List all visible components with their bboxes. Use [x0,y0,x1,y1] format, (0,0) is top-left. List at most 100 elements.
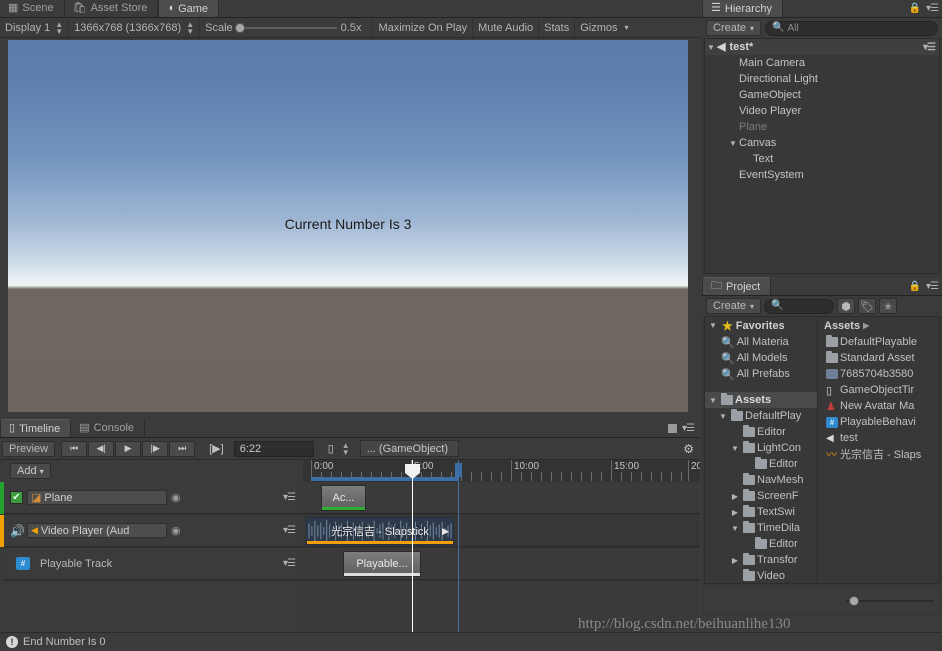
lock-icon[interactable] [668,424,678,433]
chevron-down-icon[interactable]: ▼ [705,43,717,52]
favorites-filter-icon[interactable]: ★ [879,298,898,314]
folder-row[interactable]: ▶ Transfor [705,552,817,568]
maximize-on-play-button[interactable]: Maximize On Play [372,18,474,37]
folder-row[interactable]: ▶ Editor [705,456,817,472]
tab-scene[interactable]: ▦ Scene [0,0,65,17]
tab-hierarchy[interactable]: ☰ Hierarchy [702,0,783,17]
first-frame-button[interactable]: ⏮ [61,440,88,457]
hierarchy-item[interactable]: ▼ Canvas [705,135,939,151]
folder-row[interactable]: ▶ ScreenF [705,488,817,504]
scale-slider-knob[interactable] [234,22,245,33]
play-button[interactable]: ▶ [115,440,142,457]
chevron-down-icon[interactable]: ▼ [717,412,729,421]
track-object-field[interactable]: ◀ Video Player (Aud [27,523,167,538]
track-record-icon[interactable]: ◉ [171,491,181,504]
hierarchy-tree[interactable]: ▼ ◀ test* ▾☰ Main Camera Directional Lig… [704,38,940,274]
hierarchy-item[interactable]: Plane [705,119,939,135]
folder-row[interactable]: ▶ Editor [705,424,817,440]
filter-by-type-icon[interactable]: ⬢ [837,298,856,314]
track-header-playable[interactable]: # Playable Track ▾☰ [0,547,303,580]
track-header-plane[interactable]: ✔ ◪ Plane ◉ ▾☰ [0,482,303,514]
tab-project[interactable]: 🗀 Project [702,277,772,295]
timeline-clip-playable[interactable]: Playable... [343,551,421,577]
project-create-button[interactable]: Create ▾ [706,298,762,314]
current-time-field[interactable]: 6:22 [233,440,314,457]
add-track-button[interactable]: Add ▾ [10,463,51,479]
tab-timeline[interactable]: ▯ Timeline [0,419,72,437]
track-object-field[interactable]: ◪ Plane [27,490,167,505]
chevron-down-icon[interactable]: ▼ [729,524,741,533]
folder-row[interactable]: ▼ DefaultPlay [705,408,817,424]
chevron-down-icon[interactable]: ▼ [707,396,719,405]
scale-slider-group[interactable]: Scale 0.5x [200,19,366,37]
timeline-clip-activation[interactable]: Ac... [321,485,366,511]
folder-row[interactable]: ▶ NavMesh [705,472,817,488]
hierarchy-item[interactable]: EventSystem [705,167,939,183]
chevron-down-icon[interactable]: ▼ [727,139,739,148]
folder-row[interactable]: ▼ LightCon [705,440,817,456]
track-lane-playable[interactable]: Playable... [303,548,700,580]
asset-row[interactable]: ◀ test [818,430,939,446]
folder-row-assets[interactable]: ▼ Assets [705,392,817,408]
asset-row[interactable]: 〰 光宗信吉 - Slaps [818,446,939,462]
hierarchy-item[interactable]: Main Camera [705,55,939,71]
last-frame-button[interactable]: ⏭ [169,440,196,457]
scene-menu-icon[interactable]: ▾☰ [923,42,936,53]
asset-row[interactable]: Standard Asset [818,350,939,366]
hierarchy-item[interactable]: Text [705,151,939,167]
play-range-button[interactable]: [▶] [203,441,230,457]
track-header-audio[interactable]: 🔊 ◀ Video Player (Aud ◉ ▾☰ [0,514,303,547]
mute-audio-button[interactable]: Mute Audio [473,18,540,37]
next-frame-button[interactable]: |▶ [142,440,169,457]
tab-console[interactable]: ▤ Console [71,419,145,437]
favorite-item[interactable]: 🔍 All Materia [705,334,817,350]
project-asset-list[interactable]: Assets ▶ DefaultPlayable Standard Asset … [817,317,939,583]
prev-frame-button[interactable]: ◀| [88,440,115,457]
asset-row[interactable]: ▯ GameObjectTir [818,382,939,398]
hierarchy-item[interactable]: Video Player [705,103,939,119]
timeline-playhead[interactable] [405,460,420,632]
project-folder-tree[interactable]: ▼ ★ Favorites 🔍 All Materia 🔍 All Models… [705,317,817,583]
timeline-end-marker[interactable] [455,460,462,632]
preview-button[interactable]: Preview [2,440,56,457]
icon-size-slider[interactable] [846,596,934,606]
folder-row[interactable]: ▶ TextSwi [705,504,817,520]
track-lane-audio[interactable]: 光宗信吉 - Slapstick ▶ [303,515,700,547]
folder-row[interactable]: ▶ Video [705,568,817,583]
lock-icon[interactable]: 🔒 [909,3,921,14]
folder-row[interactable]: ▶ Editor [705,536,817,552]
track-mute-checkbox[interactable]: ✔ [10,491,23,504]
chevron-right-icon[interactable]: ▶ [729,556,741,565]
timeline-clip-audio[interactable]: 光宗信吉 - Slapstick ▶ [306,517,454,545]
status-bar[interactable]: ! End Number Is 0 [0,632,942,651]
icon-size-slider-knob[interactable] [849,596,859,606]
tab-asset-store[interactable]: 🛍 Asset Store [64,0,159,17]
asset-row[interactable]: ♟ New Avatar Ma [818,398,939,414]
chevron-right-icon[interactable]: ▶ [729,508,741,517]
panel-menu-icon[interactable]: ▾☰ [682,423,695,434]
asset-row[interactable]: 7685704b3580 [818,366,939,382]
assets-breadcrumb[interactable]: Assets ▶ [818,317,939,334]
track-menu-icon[interactable]: ▾☰ [283,492,296,503]
hierarchy-search-input[interactable]: 🔍 All [765,20,938,36]
stats-button[interactable]: Stats [539,18,576,37]
asset-row[interactable]: DefaultPlayable [818,334,939,350]
favorites-header[interactable]: ▼ ★ Favorites [705,317,817,334]
favorite-item[interactable]: 🔍 All Models [705,350,817,366]
gizmos-button[interactable]: Gizmos [575,19,622,37]
timeline-mode-selector[interactable]: ▯ ▲ ▼ [328,441,350,456]
gizmos-dropdown-arrow[interactable]: ▾ [623,19,634,37]
speaker-icon[interactable]: 🔊 [10,524,25,538]
hierarchy-item[interactable]: GameObject [705,87,939,103]
project-search-input[interactable]: 🔍 [764,298,835,314]
chevron-right-icon[interactable]: ▶ [729,492,741,501]
filter-by-label-icon[interactable]: 🏷 [858,298,877,314]
tab-game[interactable]: ◖ Game [158,0,220,17]
track-menu-icon[interactable]: ▾☰ [283,558,296,569]
timeline-end-marker-handle[interactable] [455,463,462,477]
scale-slider[interactable] [234,22,337,33]
lock-icon[interactable]: 🔒 [909,281,921,292]
track-lane-plane[interactable]: Ac... [303,482,700,514]
chevron-down-icon[interactable]: ▼ [729,444,741,453]
display-dropdown[interactable]: Display 1 ▲ ▼ [0,18,70,37]
